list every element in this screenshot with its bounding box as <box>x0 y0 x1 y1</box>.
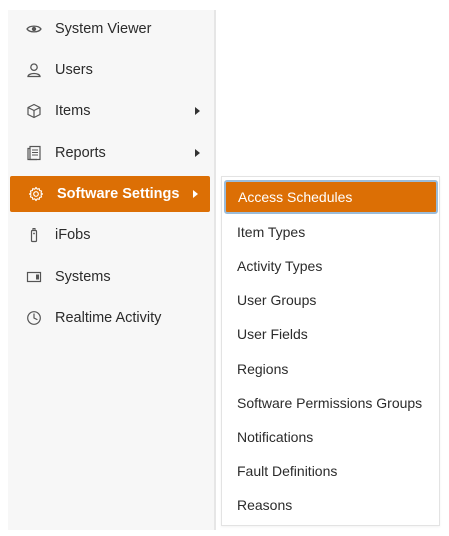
sidebar-item-label: Items <box>55 103 91 119</box>
systems-icon <box>25 268 43 286</box>
submenu-item-user-fields[interactable]: User Fields <box>222 317 439 351</box>
sidebar-item-label: System Viewer <box>55 21 152 37</box>
sidebar-item-realtime-activity[interactable]: Realtime Activity <box>8 300 212 336</box>
eye-icon <box>25 20 43 38</box>
chevron-right-icon <box>195 149 200 157</box>
sidebar-item-items[interactable]: Items <box>8 93 212 129</box>
sidebar-item-systems[interactable]: Systems <box>8 259 212 295</box>
sidebar-item-software-settings[interactable]: Software Settings <box>10 176 210 212</box>
report-icon <box>25 144 43 162</box>
sidebar-item-label: Realtime Activity <box>55 310 162 326</box>
submenu-item-regions[interactable]: Regions <box>222 352 439 386</box>
gear-icon <box>27 185 45 203</box>
submenu-item-activity-types[interactable]: Activity Types <box>222 249 439 283</box>
clock-icon <box>25 309 43 327</box>
fob-icon <box>25 226 43 244</box>
software-settings-submenu: Access Schedules Item Types Activity Typ… <box>221 176 440 526</box>
sidebar-item-reports[interactable]: Reports <box>8 135 212 171</box>
sidebar-item-system-viewer[interactable]: System Viewer <box>8 11 212 47</box>
sidebar-item-label: Software Settings <box>57 186 180 202</box>
submenu-item-fault-definitions[interactable]: Fault Definitions <box>222 454 439 488</box>
submenu-item-user-groups[interactable]: User Groups <box>222 283 439 317</box>
sidebar-item-label: Users <box>55 62 93 78</box>
sidebar-item-label: Systems <box>55 269 111 285</box>
cube-icon <box>25 102 43 120</box>
sidebar-item-label: Reports <box>55 145 106 161</box>
submenu-item-item-types[interactable]: Item Types <box>222 215 439 249</box>
user-icon <box>25 61 43 79</box>
chevron-right-icon <box>195 107 200 115</box>
sidebar-item-ifobs[interactable]: iFobs <box>8 217 212 253</box>
submenu-item-software-permissions-groups[interactable]: Software Permissions Groups <box>222 386 439 420</box>
submenu-item-reasons[interactable]: Reasons <box>222 488 439 522</box>
submenu-item-notifications[interactable]: Notifications <box>222 420 439 454</box>
sidebar-item-users[interactable]: Users <box>8 52 212 88</box>
sidebar-item-label: iFobs <box>55 227 91 243</box>
chevron-right-icon <box>193 190 198 198</box>
sidebar-nav: System Viewer Users Items Reports Softwa… <box>8 10 216 530</box>
submenu-item-access-schedules[interactable]: Access Schedules <box>224 180 438 214</box>
